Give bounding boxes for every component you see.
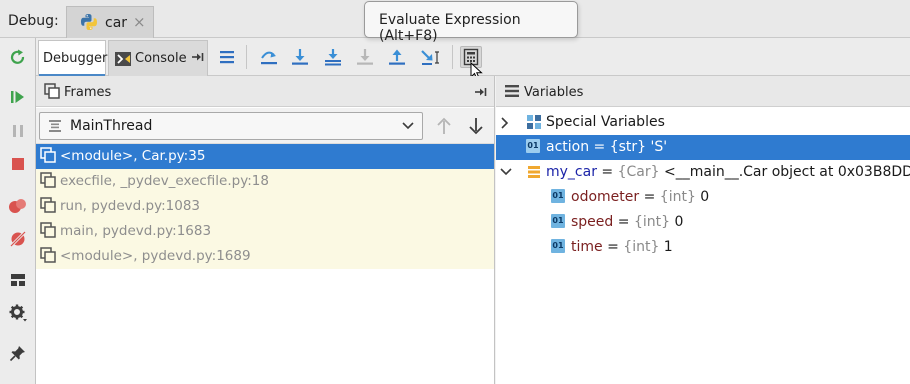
- resume-icon[interactable]: [7, 86, 29, 108]
- thread-name: MainThread: [70, 118, 153, 134]
- view-breakpoints-icon[interactable]: [7, 195, 29, 217]
- variable-name: speed: [571, 214, 614, 230]
- toolbar-separator: [246, 45, 247, 69]
- frame-list: <module>, Car.py:35 execfile, _pydev_exe…: [36, 144, 494, 269]
- variable-type: {str}: [609, 139, 647, 155]
- session-tab-label: car: [105, 15, 128, 31]
- variables-panel: Variables Special Variables 01 action = …: [496, 76, 910, 384]
- frame-label: <module>, Car.py:35: [60, 148, 206, 164]
- frames-title: Frames: [64, 85, 112, 100]
- debugger-toolbar: Debugger Console: [36, 38, 910, 81]
- variable-type: {int}: [623, 239, 660, 255]
- step-over-icon[interactable]: [258, 46, 280, 68]
- variable-value: <__main__.Car object at 0x03B8DD70>: [663, 164, 910, 180]
- tab-console[interactable]: Console: [108, 40, 208, 76]
- variable-row-odometer[interactable]: 01 odometer = {int} 0: [496, 185, 910, 210]
- frame-icon: [40, 172, 56, 188]
- frame-icon: [40, 197, 56, 213]
- variable-value: 0: [670, 214, 684, 230]
- step-out-icon[interactable]: [386, 46, 408, 68]
- run-to-cursor-icon[interactable]: [420, 46, 442, 68]
- show-execution-point-icon[interactable]: [216, 46, 238, 68]
- pin-tab-icon[interactable]: [7, 342, 29, 364]
- variable-row-action[interactable]: 01 action = {str} 'S': [496, 135, 910, 160]
- thread-selector-row: MainThread: [36, 108, 494, 144]
- special-variables-row[interactable]: Special Variables: [496, 110, 910, 135]
- console-tab-label: Console: [135, 51, 187, 66]
- frames-panel: Frames MainThread <module>, Car.py:35 ex…: [36, 76, 495, 384]
- thread-dropdown[interactable]: MainThread: [39, 112, 423, 140]
- object-value-icon: 01: [551, 189, 565, 203]
- pause-icon[interactable]: [7, 120, 29, 142]
- stop-icon[interactable]: [7, 153, 29, 175]
- special-variables-icon: [526, 114, 542, 130]
- variables-title: Variables: [524, 85, 584, 100]
- frame-icon: [40, 222, 56, 238]
- frames-header: Frames: [36, 76, 494, 107]
- frame-item[interactable]: <module>, Car.py:35: [36, 144, 494, 169]
- frame-label: <module>, pydevd.py:1689: [60, 248, 251, 264]
- previous-frame-icon[interactable]: [436, 117, 452, 135]
- frame-item[interactable]: main, pydevd.py:1683: [36, 219, 494, 244]
- frame-label: main, pydevd.py:1683: [60, 223, 212, 239]
- variable-row-time[interactable]: 01 time = {int} 1: [496, 235, 910, 260]
- object-icon: [526, 164, 542, 180]
- variable-name: time: [571, 239, 603, 255]
- console-icon: [114, 51, 132, 67]
- object-value-icon: 01: [551, 239, 565, 253]
- frame-label: run, pydevd.py:1083: [60, 198, 201, 214]
- variable-row-my-car[interactable]: my_car = {Car} <__main__.Car object at 0…: [496, 160, 910, 185]
- chevron-down-icon: [402, 121, 414, 131]
- debug-label: Debug:: [8, 13, 59, 29]
- tab-debugger[interactable]: Debugger: [38, 40, 107, 77]
- python-icon: [80, 13, 98, 31]
- variable-name: action: [546, 139, 590, 155]
- object-value-icon: 01: [526, 139, 540, 153]
- frame-item[interactable]: run, pydevd.py:1083: [36, 194, 494, 219]
- thread-icon: [48, 119, 62, 133]
- variable-value: 1: [659, 239, 673, 255]
- variable-row-speed[interactable]: 01 speed = {int} 0: [496, 210, 910, 235]
- variable-type: {int}: [659, 189, 696, 205]
- special-variables-label: Special Variables: [546, 114, 665, 130]
- variable-type: {Car}: [617, 164, 660, 180]
- variable-name: my_car: [546, 164, 597, 180]
- variable-value: 0: [695, 189, 710, 205]
- close-icon[interactable]: ×: [133, 13, 146, 31]
- frame-icon: [40, 247, 56, 263]
- restore-layout-icon[interactable]: [7, 269, 29, 291]
- variables-header: Variables: [496, 76, 910, 107]
- force-step-into-icon[interactable]: [354, 46, 376, 68]
- pin-icon[interactable]: [191, 50, 205, 64]
- evaluate-expression-tooltip: Evaluate Expression (Alt+F8): [364, 1, 578, 44]
- step-into-icon[interactable]: [289, 46, 311, 68]
- frame-icon: [40, 147, 56, 163]
- variable-name: odometer: [571, 189, 640, 205]
- variables-icon: [504, 83, 520, 99]
- step-into-my-code-icon[interactable]: [322, 46, 344, 68]
- chevron-down-icon[interactable]: [500, 167, 512, 177]
- settings-icon[interactable]: [7, 302, 29, 324]
- chevron-right-icon[interactable]: [500, 117, 510, 129]
- frame-label: execfile, _pydev_execfile.py:18: [60, 173, 269, 189]
- frame-item[interactable]: execfile, _pydev_execfile.py:18: [36, 169, 494, 194]
- session-tab-car[interactable]: car ×: [66, 6, 154, 38]
- variable-value: 'S': [646, 139, 668, 155]
- frame-item[interactable]: <module>, pydevd.py:1689: [36, 244, 494, 269]
- rerun-icon[interactable]: [7, 47, 29, 69]
- variable-type: {int}: [633, 214, 671, 230]
- mute-breakpoints-icon[interactable]: [7, 228, 29, 250]
- frames-icon: [44, 83, 60, 99]
- next-frame-icon[interactable]: [468, 117, 484, 135]
- toolbar-separator: [452, 45, 453, 69]
- pin-icon[interactable]: [474, 85, 488, 99]
- left-debug-toolbar: [0, 38, 36, 384]
- object-value-icon: 01: [551, 214, 565, 228]
